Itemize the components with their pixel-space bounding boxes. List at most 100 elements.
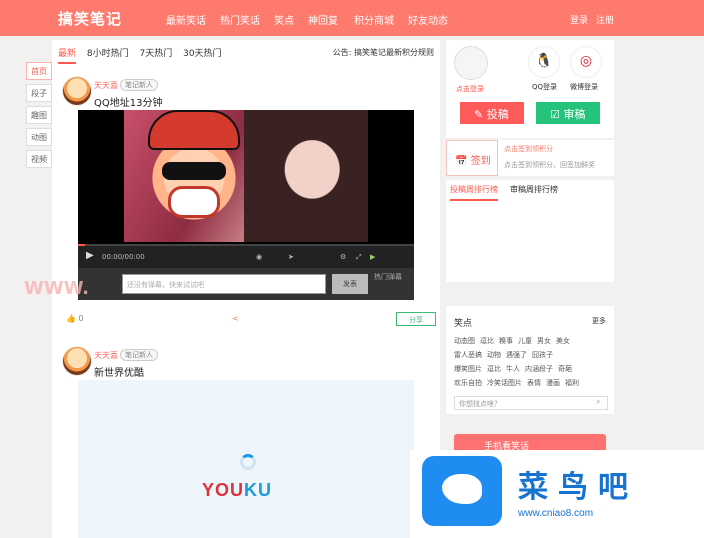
qq-icon[interactable]: 🐧 <box>528 46 560 78</box>
tag[interactable]: 逗比 <box>487 365 501 373</box>
tag-row: 动态图 逗比 糗事 儿童 男女 美女 <box>454 336 575 346</box>
tab-post-ranking[interactable]: 投稿周排行榜 <box>450 184 498 201</box>
announcement[interactable]: 公告: 搞笑笔记最新积分规则 <box>333 47 434 58</box>
post-username[interactable]: 天天喜 <box>94 350 118 361</box>
sign-tip-primary: 点击签到领积分 <box>504 145 553 153</box>
tab-7d-hot[interactable]: 7天热门 <box>140 46 173 59</box>
search-icon[interactable]: ⌕ <box>596 397 600 407</box>
cniao-watermark: 菜鸟吧 www.cniao8.com <box>410 450 704 538</box>
bird-icon <box>442 474 482 504</box>
tag[interactable]: 奇葩 <box>558 365 572 373</box>
tag[interactable]: 遇强了 <box>506 351 527 359</box>
play-icon[interactable]: ▶ <box>86 250 94 261</box>
danmaku-send-button[interactable]: 发表 <box>332 274 368 294</box>
danmaku-bar: 还没有弹幕，快来试试吧 发表 热门弹幕 <box>78 268 414 300</box>
avatar[interactable] <box>62 346 92 376</box>
nav-points-mall[interactable]: 积分商城 <box>354 12 394 27</box>
register-link[interactable]: 注册 <box>596 13 614 26</box>
submit-post-button[interactable]: ✎ 投稿 <box>460 102 524 124</box>
danmaku-toggle-icon[interactable]: ◉ <box>256 253 262 261</box>
rail-gifs[interactable]: 动图 <box>26 128 52 146</box>
tag-search-input[interactable]: 你想找点啥？ <box>454 396 608 410</box>
post-title[interactable]: 新世界优酷 <box>94 364 144 379</box>
tab-8h-hot[interactable]: 8小时热门 <box>87 46 129 59</box>
tab-30d-hot[interactable]: 30天热门 <box>183 46 221 59</box>
tag[interactable]: 冷笑话图片 <box>487 379 522 387</box>
like-icon[interactable]: 👍 <box>66 314 76 323</box>
cniao-url: www.cniao8.com <box>518 508 594 519</box>
mask-hat <box>148 110 240 150</box>
site-logo[interactable]: 搞笑笔记 <box>58 8 122 29</box>
login-link[interactable]: 登录 <box>570 13 588 26</box>
tag[interactable]: 囧孩子 <box>532 351 553 359</box>
share-icon[interactable]: < <box>232 314 239 323</box>
feed-tabs: 最新 8小时热门 7天热门 30天热门 <box>58 46 230 64</box>
sign-tip-secondary: 点击签到领积分，回签加鲜奖 <box>504 161 595 169</box>
nav-friend-feed[interactable]: 好友动态 <box>408 12 448 27</box>
tab-latest[interactable]: 最新 <box>58 46 77 64</box>
review-label: 审稿 <box>563 108 586 121</box>
weibo-login-label[interactable]: 微博登录 <box>570 82 598 92</box>
video-frame <box>124 110 368 242</box>
cniao-name: 菜鸟吧 <box>518 470 638 505</box>
user-badge: 笔记新人 <box>120 79 158 91</box>
video-player[interactable]: ▶ 00:00/00:00 ◉ ➤ ⚙ ⤢ ▶ 还没有弹幕，快来试试吧 发表 热… <box>78 110 414 300</box>
login-panel: 点击登录 🐧 QQ登录 ◎ 微博登录 ✎ 投稿 ☑ 审稿 <box>446 40 614 138</box>
mask-sunglasses <box>162 162 226 180</box>
tag[interactable]: 儿童 <box>518 337 532 345</box>
rail-funny-pics[interactable]: 趣图 <box>26 106 52 124</box>
tag[interactable]: 逗比 <box>480 337 494 345</box>
post-username[interactable]: 天天喜 <box>94 80 118 91</box>
weibo-icon[interactable]: ◎ <box>570 46 602 78</box>
avatar[interactable] <box>62 76 92 106</box>
user-badge: 笔记新人 <box>120 349 158 361</box>
mask-mouth <box>168 186 220 218</box>
tag[interactable]: 欢乐自拍 <box>454 379 482 387</box>
tag[interactable]: 动态图 <box>454 337 475 345</box>
sign-in-label: 签到 <box>470 156 491 167</box>
sign-in-button[interactable]: 📅 签到 <box>446 140 498 176</box>
tag[interactable]: 动物 <box>487 351 501 359</box>
youku-logo: YOUKU <box>202 480 273 500</box>
like-count: 0 <box>78 314 84 323</box>
nav-latest-jokes[interactable]: 最新笑话 <box>166 12 206 27</box>
nav-hot-jokes[interactable]: 热门笑话 <box>220 12 260 27</box>
tag[interactable]: 男女 <box>537 337 551 345</box>
fullscreen-icon[interactable]: ⤢ <box>356 253 362 262</box>
nav-god-replies[interactable]: 神回复 <box>308 12 338 27</box>
click-login-link[interactable]: 点击登录 <box>456 84 484 94</box>
tag[interactable]: 表情 <box>527 379 541 387</box>
settings-icon[interactable]: ⚙ <box>340 253 346 261</box>
tag[interactable]: 糗事 <box>499 337 513 345</box>
rail-home[interactable]: 首页 <box>26 62 52 80</box>
top-nav-bar: 搞笑笔记 最新笑话 热门笑话 笑点 神回复 积分商城 好友动态 登录 注册 <box>0 0 704 36</box>
hot-danmaku-label[interactable]: 热门弹幕 <box>374 272 402 282</box>
review-button[interactable]: ☑ 审稿 <box>536 102 600 124</box>
tag-row: 欢乐自拍 冷笑话图片 表情 漫画 福利 <box>454 378 584 388</box>
tag[interactable]: 美女 <box>556 337 570 345</box>
share-button[interactable]: 分享 <box>396 312 436 326</box>
tag[interactable]: 福利 <box>565 379 579 387</box>
ranking-panel: 投稿周排行榜 审稿周排行榜 <box>446 180 614 282</box>
nav-laugh-points[interactable]: 笑点 <box>274 12 294 27</box>
tag[interactable]: 漫画 <box>546 379 560 387</box>
default-avatar-icon[interactable] <box>454 46 488 80</box>
rail-jokes[interactable]: 段子 <box>26 84 52 102</box>
danmaku-input[interactable]: 还没有弹幕，快来试试吧 <box>122 274 326 294</box>
girl-figure <box>244 110 368 242</box>
watermark-text: WWW. <box>24 278 89 299</box>
tab-review-ranking[interactable]: 审稿周排行榜 <box>510 184 558 195</box>
tag[interactable]: 爆笑图片 <box>454 365 482 373</box>
brand-icon: ▶ <box>370 253 376 261</box>
tag[interactable]: 雷人恶搞 <box>454 351 482 359</box>
progress-bar[interactable] <box>78 244 414 246</box>
tags-more-link[interactable]: 更多 <box>592 316 606 326</box>
tag[interactable]: 牛人 <box>506 365 520 373</box>
tags-title: 笑点 <box>454 319 473 329</box>
youku-player[interactable]: YOUKU <box>78 380 414 538</box>
post-title[interactable]: QQ地址13分钟 <box>94 94 162 109</box>
rail-videos[interactable]: 视频 <box>26 150 52 168</box>
qq-login-label[interactable]: QQ登录 <box>532 82 557 92</box>
send-icon[interactable]: ➤ <box>288 253 294 261</box>
tag[interactable]: 内涵段子 <box>525 365 553 373</box>
